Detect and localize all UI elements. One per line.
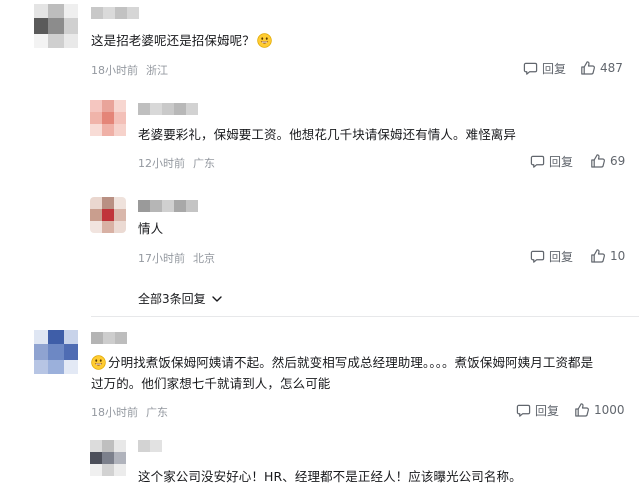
thumbs-up-icon: [575, 403, 589, 417]
reply-bubble-icon: [516, 404, 531, 417]
like-button[interactable]: 69: [590, 153, 625, 169]
location: 北京: [193, 252, 215, 265]
username[interactable]: [91, 332, 127, 344]
username[interactable]: [138, 103, 198, 115]
location: 广东: [193, 157, 215, 170]
username[interactable]: [138, 200, 198, 212]
comment-meta: 18小时前 浙江: [91, 62, 168, 78]
reply-text: 这个家公司没安好心！HR、经理都不是正经人！应该曝光公司名称。: [138, 469, 522, 484]
comment-text-line2: 过万的。他们家想七千就请到人，怎么可能: [91, 376, 331, 391]
reply-label: 回复: [542, 62, 567, 76]
grinning-face-emoji: [257, 33, 272, 48]
avatar[interactable]: [90, 440, 126, 476]
timestamp: 18小时前: [91, 64, 138, 77]
reply-button[interactable]: 回复: [516, 402, 559, 419]
reply-meta: 12小时前 广东: [138, 155, 215, 171]
like-count: 487: [600, 61, 623, 75]
reply-bubble-icon: [523, 62, 538, 75]
chevron-down-icon: [211, 295, 222, 302]
like-count: 69: [610, 154, 626, 168]
reply-bubble-icon: [530, 250, 545, 263]
comment-divider: [91, 316, 639, 317]
reply-label: 回复: [549, 155, 574, 169]
thumbs-up-icon: [591, 154, 605, 168]
grinning-face-emoji: [91, 355, 106, 370]
comment-text: 这是招老婆呢还是招保姆呢？: [91, 29, 274, 52]
location: 广东: [146, 406, 168, 419]
like-button[interactable]: 1000: [574, 402, 625, 418]
reply-meta: 17小时前 北京: [138, 250, 215, 266]
timestamp: 12小时前: [138, 157, 185, 170]
view-all-replies-button[interactable]: 全部3条回复: [138, 290, 224, 307]
thumbs-up-icon: [591, 249, 605, 263]
location: 浙江: [146, 64, 168, 77]
reply-label: 回复: [549, 250, 574, 264]
avatar[interactable]: [90, 197, 126, 233]
reply-label: 回复: [535, 404, 560, 418]
timestamp: 17小时前: [138, 252, 185, 265]
thumbs-up-icon: [581, 61, 595, 75]
avatar[interactable]: [34, 330, 78, 374]
avatar[interactable]: [34, 4, 78, 48]
like-button[interactable]: 487: [580, 60, 623, 76]
reply-bubble-icon: [530, 155, 545, 168]
timestamp: 18小时前: [91, 406, 138, 419]
username[interactable]: [91, 7, 139, 19]
username[interactable]: [138, 440, 162, 452]
like-button[interactable]: 10: [590, 248, 625, 264]
reply-text: 情人: [138, 221, 164, 236]
avatar[interactable]: [90, 100, 126, 136]
reply-button[interactable]: 回复: [530, 248, 573, 265]
comment-text-line1: 分明找煮饭保姆阿姨请不起。然后就变相写成总经理助理。。。。煮饭保姆阿姨月工资都是: [108, 355, 594, 370]
comment-text: 分明找煮饭保姆阿姨请不起。然后就变相写成总经理助理。。。。煮饭保姆阿姨月工资都是: [91, 351, 593, 374]
comment-meta: 18小时前 广东: [91, 404, 168, 420]
comment-text-content: 这是招老婆呢还是招保姆呢？: [91, 33, 255, 48]
like-count: 1000: [594, 403, 625, 417]
reply-text: 老婆要彩礼，保姆要工资。他想花几千块请保姆还有情人。难怪离异: [138, 127, 517, 142]
reply-button[interactable]: 回复: [523, 60, 566, 77]
reply-button[interactable]: 回复: [530, 153, 573, 170]
view-all-replies-label: 全部3条回复: [138, 292, 206, 306]
like-count: 10: [610, 249, 626, 263]
